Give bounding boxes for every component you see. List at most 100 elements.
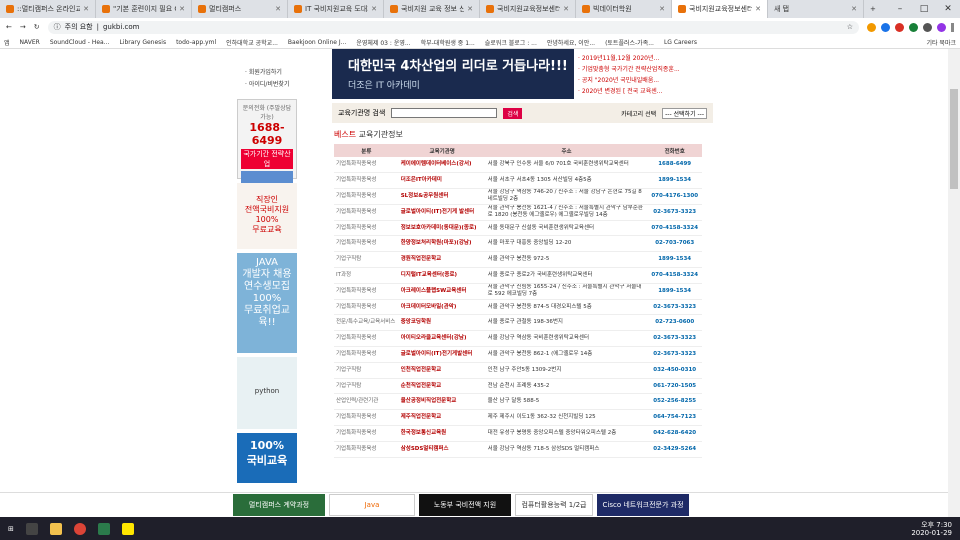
kakaotalk-icon[interactable] [121, 522, 134, 535]
table-row[interactable]: 기업구직탐 경원직업전문학교 서울 관악구 봉천동 972-5 1899-1534 [334, 251, 702, 269]
institution-name-cell[interactable]: 순천직업전문학교 [398, 378, 486, 395]
bookmark-item[interactable]: 학부-대학원생 중 1... [421, 38, 475, 47]
bookmark-item[interactable]: 인하대학교 공학교... [226, 38, 278, 47]
search-button[interactable]: 검색 [503, 107, 523, 119]
institution-name-cell[interactable]: 아이티오라클교육센터(강남) [398, 330, 486, 348]
table-row[interactable]: 기업특화직종육성 글로벌아이티(IT)전기게 발센터 서울 관악구 봉천동 1621… [334, 204, 702, 221]
banner-gukbi[interactable]: 100% 국비교육 [237, 433, 297, 483]
footer-banner[interactable]: Java [329, 494, 415, 516]
omnibox[interactable]: ⓘ 주의 요함 | gukbi.com ☆ [47, 20, 859, 34]
institution-name-cell[interactable]: 경원직업전문학교 [398, 251, 486, 269]
extension-icon[interactable] [867, 22, 876, 32]
news-item[interactable]: · 기업맞춤형 국가기간 전략산업직종훈... [578, 64, 709, 73]
extension-icon[interactable] [895, 22, 904, 32]
scrollbar[interactable] [948, 49, 960, 517]
extension-icon[interactable] [923, 22, 932, 32]
bookmark-item[interactable]: LG Careers [664, 39, 697, 46]
reload-icon[interactable]: ↻ [34, 23, 40, 31]
close-icon[interactable]: ✕ [371, 5, 377, 13]
institution-name-cell[interactable]: 한양정보처리학원(마포)(강남) [398, 235, 486, 253]
menu-icon[interactable] [951, 22, 954, 32]
bookmark-item[interactable]: todo-app.yml [176, 39, 216, 46]
minimize-icon[interactable]: – [888, 0, 912, 18]
maximize-icon[interactable]: □ [912, 0, 936, 18]
bookmark-item[interactable]: 운영체제 03 : 운영... [356, 38, 410, 47]
close-icon[interactable]: ✕ [179, 5, 185, 13]
app-icon[interactable] [97, 522, 110, 535]
close-icon[interactable]: ✕ [563, 5, 569, 13]
table-row[interactable]: 기업특화직종육성 정보보호아카데미(동대문)(종로) 서울 동대문구 신설동 국비훈… [334, 220, 702, 237]
system-clock[interactable]: 오후 7:30 2020-01-29 [911, 521, 952, 537]
footer-banner[interactable]: 컴퓨터활용능력 1/2급 [515, 494, 593, 516]
institution-name-cell[interactable]: 더조은IT아카데미 [398, 172, 486, 190]
signup-link[interactable]: · 회원가입하기 [237, 67, 297, 76]
institution-name-cell[interactable]: 울산공정비직업전문학교 [398, 393, 486, 411]
tab[interactable]: 국비지원 교육 정보 신 ✕ [384, 0, 480, 18]
institution-name-cell[interactable]: 케이에이템데이터베이스(강서) [398, 157, 486, 174]
forward-icon[interactable]: → [20, 23, 26, 31]
institution-name-cell[interactable]: 아크레이스플랩SW교육센터 [398, 283, 486, 300]
banner-java[interactable]: JAVA 개발자 채용 연수생모집 100% 무료취업교육!! [237, 253, 297, 353]
chrome-icon[interactable] [73, 522, 86, 535]
bookmark-item[interactable]: 안녕하세요, 이안... [547, 38, 595, 47]
institution-name-cell[interactable]: 한국정보통신교육원 [398, 425, 486, 442]
footer-banner[interactable]: 노동부 국비전액 지원 [419, 494, 511, 516]
news-item[interactable]: · 공지 "2020년 국민내일배움... [578, 75, 709, 84]
institution-name-cell[interactable]: 글로벌아이티(IT)전기게 발센터 [398, 204, 486, 221]
tab-active[interactable]: 국비지원교육정보센터 ✕ [672, 0, 768, 18]
tab[interactable]: ::멀티캠퍼스 온라인교육✕ [0, 0, 96, 18]
table-row[interactable]: 기업구직탐 인천직업전문학교 인천 남구 주안5동 1309-2번지 032-450-… [334, 362, 702, 379]
banner-python[interactable]: python [237, 357, 297, 429]
bookmark-item[interactable]: 슬로워크 블로그 : ... [485, 38, 537, 47]
table-row[interactable]: 전문/특수교육/교육서비스 중앙코딩학원 서울 종로구 관철동 198-36번지 02… [334, 314, 702, 332]
explorer-icon[interactable] [49, 522, 62, 535]
institution-name-cell[interactable]: 디지털IT교육센터(종로) [398, 267, 486, 284]
table-row[interactable]: 기업구직탐 순천직업전문학교 전남 순천시 조례동 435-2 061-720-150… [334, 378, 702, 395]
table-row[interactable]: 기업특화직종육성 한양정보처리학원(마포)(강남) 서울 마포구 대흥동 중앙빌딩 … [334, 235, 702, 253]
tab[interactable]: 멀티캠퍼스 ✕ [192, 0, 288, 18]
table-row[interactable]: IT과정 디지털IT교육센터(종로) 서울 종로구 종로2가 국비훈련생위탁교육센터… [334, 267, 702, 284]
footer-banner[interactable]: 멀티캠퍼스 계약과정 [233, 494, 325, 516]
bookmark-item[interactable]: Baekjoon Online J... [288, 39, 346, 46]
task-view-icon[interactable] [25, 522, 38, 535]
tab[interactable]: "기본 훈련이지 필요 C ✕ [96, 0, 192, 18]
close-icon[interactable]: ✕ [83, 5, 89, 13]
table-row[interactable]: 기업특화직종육성 케이에이템데이터베이스(강서) 서울 강북구 인수동 서울 6/0… [334, 157, 702, 174]
tab[interactable]: IT 국비지원교육 도대체 ✕ [288, 0, 384, 18]
table-row[interactable]: 기업특화직종육성 한국정보통신교육원 대전 유성구 봉명동 중앙오피스텔 중앙타워오… [334, 425, 702, 442]
table-row[interactable]: 기업특화직종육성 아이티오라클교육센터(강남) 서울 강남구 역삼동 국비훈련생위탁… [334, 330, 702, 348]
bookmark-item[interactable]: NAVER [20, 39, 40, 46]
table-row[interactable]: 기업특화직종육성 제주직업전문학교 제주 제주시 이도1동 362-32 신천지빌딩… [334, 409, 702, 427]
institution-name-cell[interactable]: 삼성SDS멀티캠퍼스 [398, 441, 486, 458]
tab[interactable]: 새 탭 ✕ [768, 0, 864, 18]
extension-icon[interactable] [881, 22, 890, 32]
category-select[interactable]: --- 선택하기 --- [662, 107, 707, 119]
extension-icon[interactable] [909, 22, 918, 32]
news-item[interactable]: · 2019년11월,12월 2020년... [578, 53, 709, 62]
avatar[interactable] [937, 22, 946, 32]
close-icon[interactable]: ✕ [755, 5, 761, 13]
scrollbar-thumb[interactable] [950, 89, 958, 189]
info-icon[interactable]: ⓘ [54, 22, 61, 32]
bookmark-item[interactable]: SoundCloud - Hea... [50, 39, 110, 46]
bookmark-item[interactable]: 앱 [4, 38, 10, 47]
table-row[interactable]: 기업특화직종육성 아크데이터모바일(관악) 서울 관악구 봉천동 874-5 대경오… [334, 299, 702, 316]
institution-name-cell[interactable]: 아크데이터모바일(관악) [398, 299, 486, 316]
banner-ad[interactable]: 직장인 전액국비지원 100% 무료교육 [237, 183, 297, 249]
table-row[interactable]: 기업특화직종육성 삼성SDS멀티캠퍼스 서울 강남구 역삼동 718-5 삼성SDS… [334, 441, 702, 458]
windows-start-icon[interactable]: ⊞ [8, 525, 14, 533]
table-row[interactable]: 기업특화직종육성 더조은IT아카데미 서울 서초구 서초4동 1305 서산빌딩 4… [334, 172, 702, 190]
tab[interactable]: 국비지원교육정보센터 ✕ [480, 0, 576, 18]
institution-name-cell[interactable]: 제주직업전문학교 [398, 409, 486, 427]
close-icon[interactable]: ✕ [659, 5, 665, 13]
institution-name-cell[interactable]: 글로벌아이티(IT)전기게발센터 [398, 346, 486, 363]
find-id-link[interactable]: · 아이디/비번찾기 [237, 79, 297, 88]
close-icon[interactable]: ✕ [851, 5, 857, 13]
search-input[interactable] [391, 108, 498, 118]
footer-banner[interactable]: Cisco 네트워크전문가 과정 [597, 494, 689, 516]
table-row[interactable]: 기업특화직종육성 SL정보&공무원센터 서울 강남구 역삼동 746-20 / 신주… [334, 188, 702, 205]
table-row[interactable]: 산업인력/관련기관 울산공정비직업전문학교 울산 남구 달동 588-5 052-25… [334, 393, 702, 411]
news-item[interactable]: · 2020년 변경된 [ 전국 교육센... [578, 86, 709, 95]
institution-name-cell[interactable]: SL정보&공무원센터 [398, 188, 486, 205]
bookmark-item[interactable]: (토트플러스-가족... [605, 38, 654, 47]
